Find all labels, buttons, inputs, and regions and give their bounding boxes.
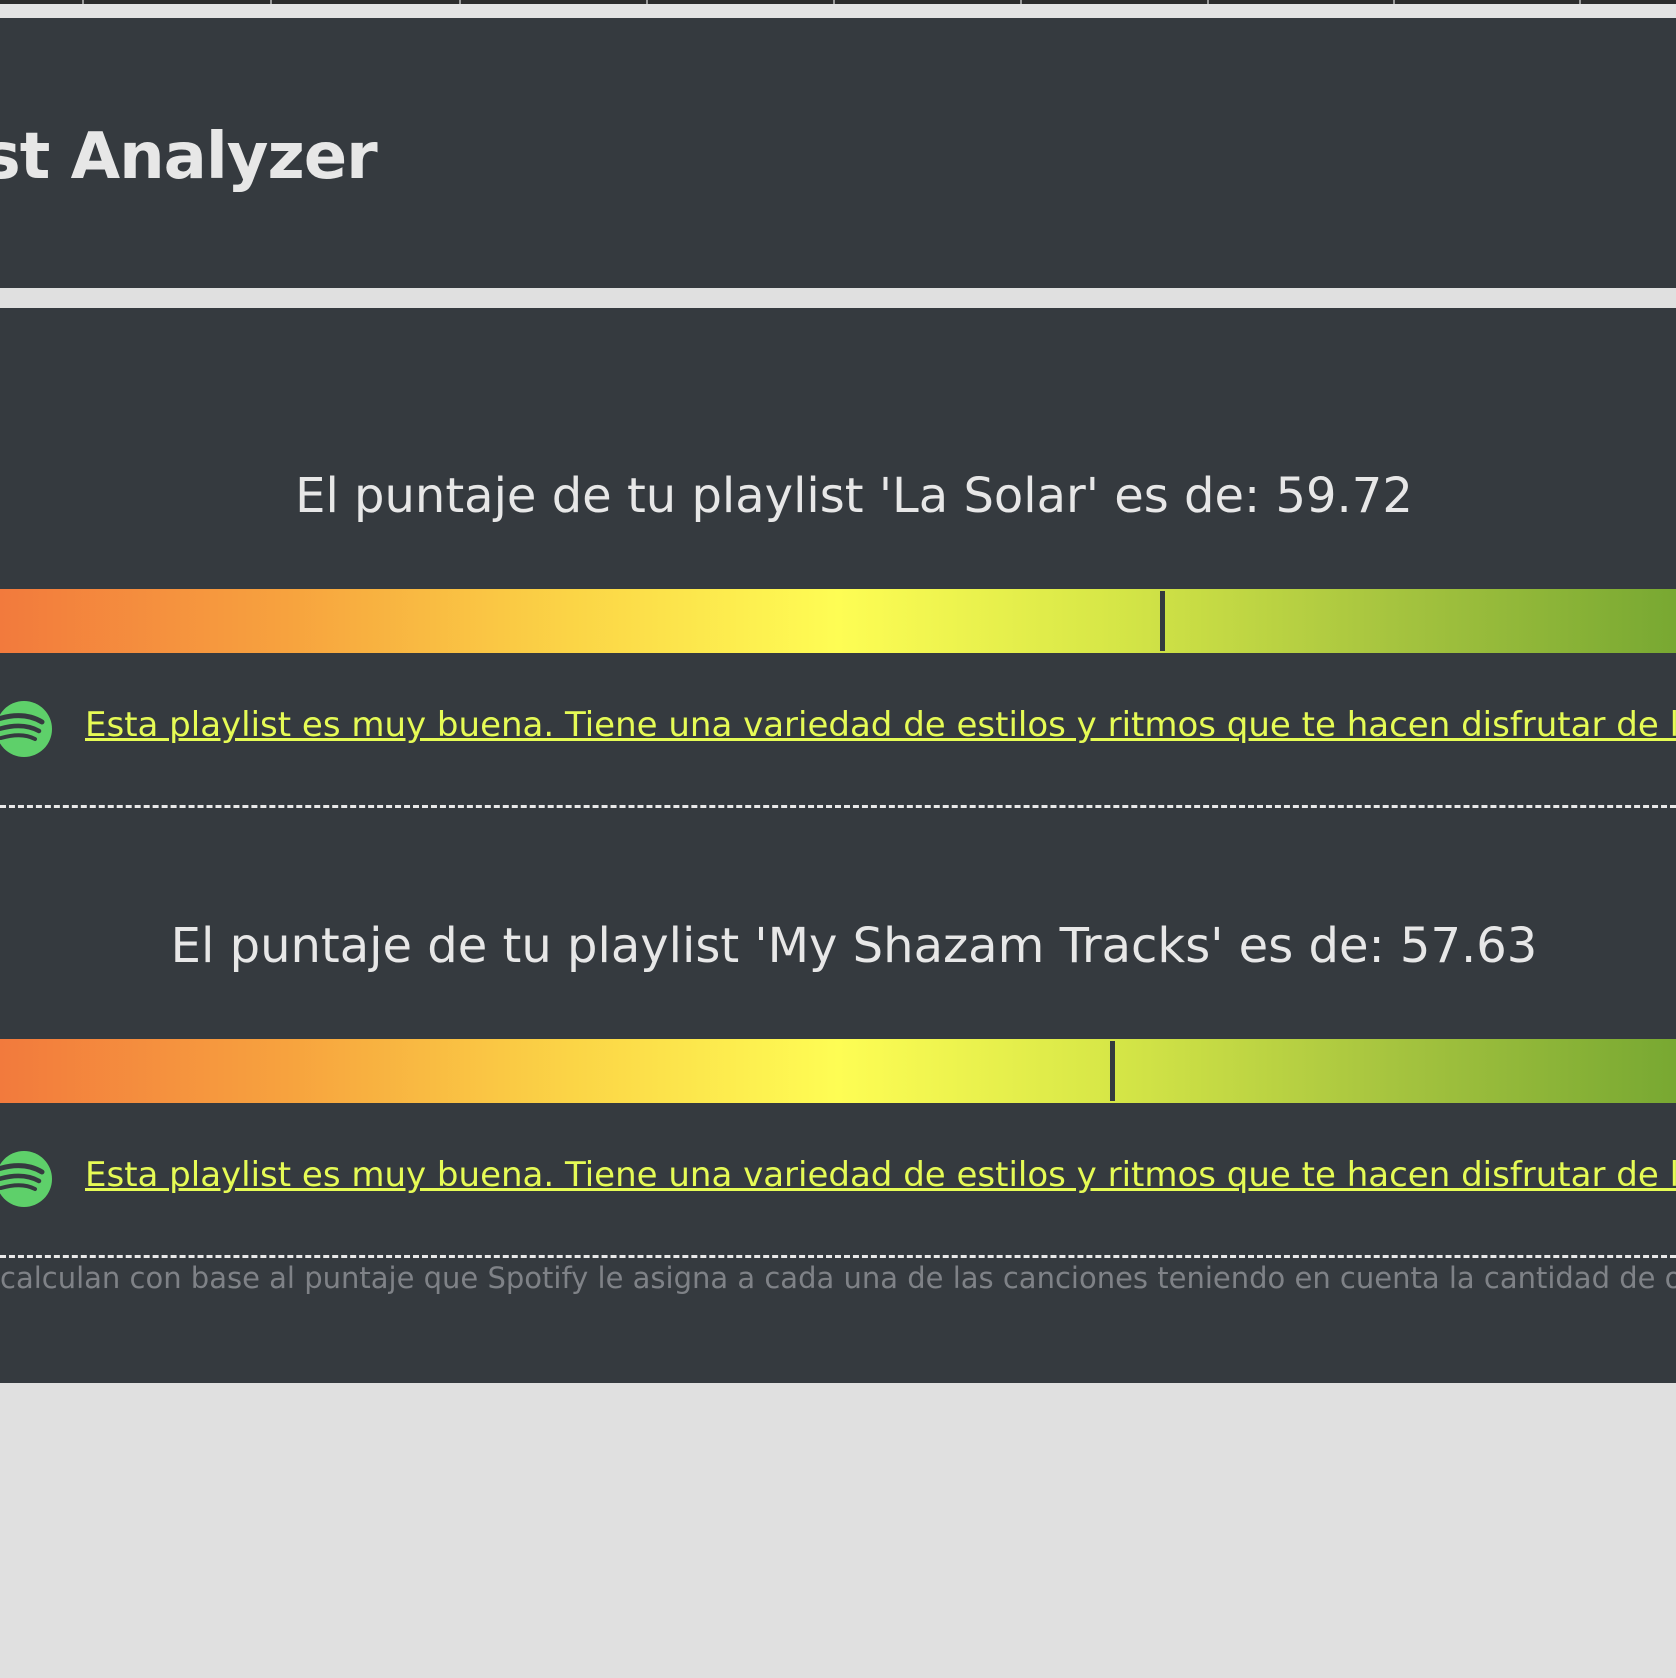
divider — [0, 805, 1676, 808]
divider — [0, 1255, 1676, 1258]
footnote-text: calculan con base al puntaje que Spotify… — [0, 1261, 1676, 1295]
description-row: Esta playlist es muy buena. Tiene una va… — [0, 1147, 1676, 1211]
score-gauge — [0, 589, 1676, 653]
ruler-tick — [82, 0, 84, 4]
ruler-tick — [1207, 0, 1209, 4]
score-marker — [1160, 591, 1165, 651]
score-gauge — [0, 1039, 1676, 1103]
page-title: ylist Analyzer — [0, 120, 378, 194]
top-border — [0, 0, 1676, 4]
results-panel: El puntaje de tu playlist 'La Solar' es … — [0, 308, 1676, 1383]
score-marker — [1110, 1041, 1115, 1101]
ruler-tick — [1579, 0, 1581, 4]
ruler-tick — [833, 0, 835, 4]
ruler-tick — [1020, 0, 1022, 4]
score-title: El puntaje de tu playlist 'La Solar' es … — [295, 468, 1413, 524]
top-strip — [0, 0, 1676, 18]
ruler-tick — [459, 0, 461, 4]
description-row: Esta playlist es muy buena. Tiene una va… — [0, 697, 1676, 761]
ruler-tick — [270, 0, 272, 4]
spotify-icon — [0, 701, 52, 757]
score-title: El puntaje de tu playlist 'My Shazam Tra… — [170, 918, 1538, 974]
playlist-description-link[interactable]: Esta playlist es muy buena. Tiene una va… — [85, 1155, 1676, 1195]
playlist-description-link[interactable]: Esta playlist es muy buena. Tiene una va… — [85, 705, 1676, 745]
spotify-icon — [0, 1151, 52, 1207]
ruler-tick — [646, 0, 648, 4]
ruler-tick — [1393, 0, 1395, 4]
app-header: ylist Analyzer — [0, 18, 1676, 288]
